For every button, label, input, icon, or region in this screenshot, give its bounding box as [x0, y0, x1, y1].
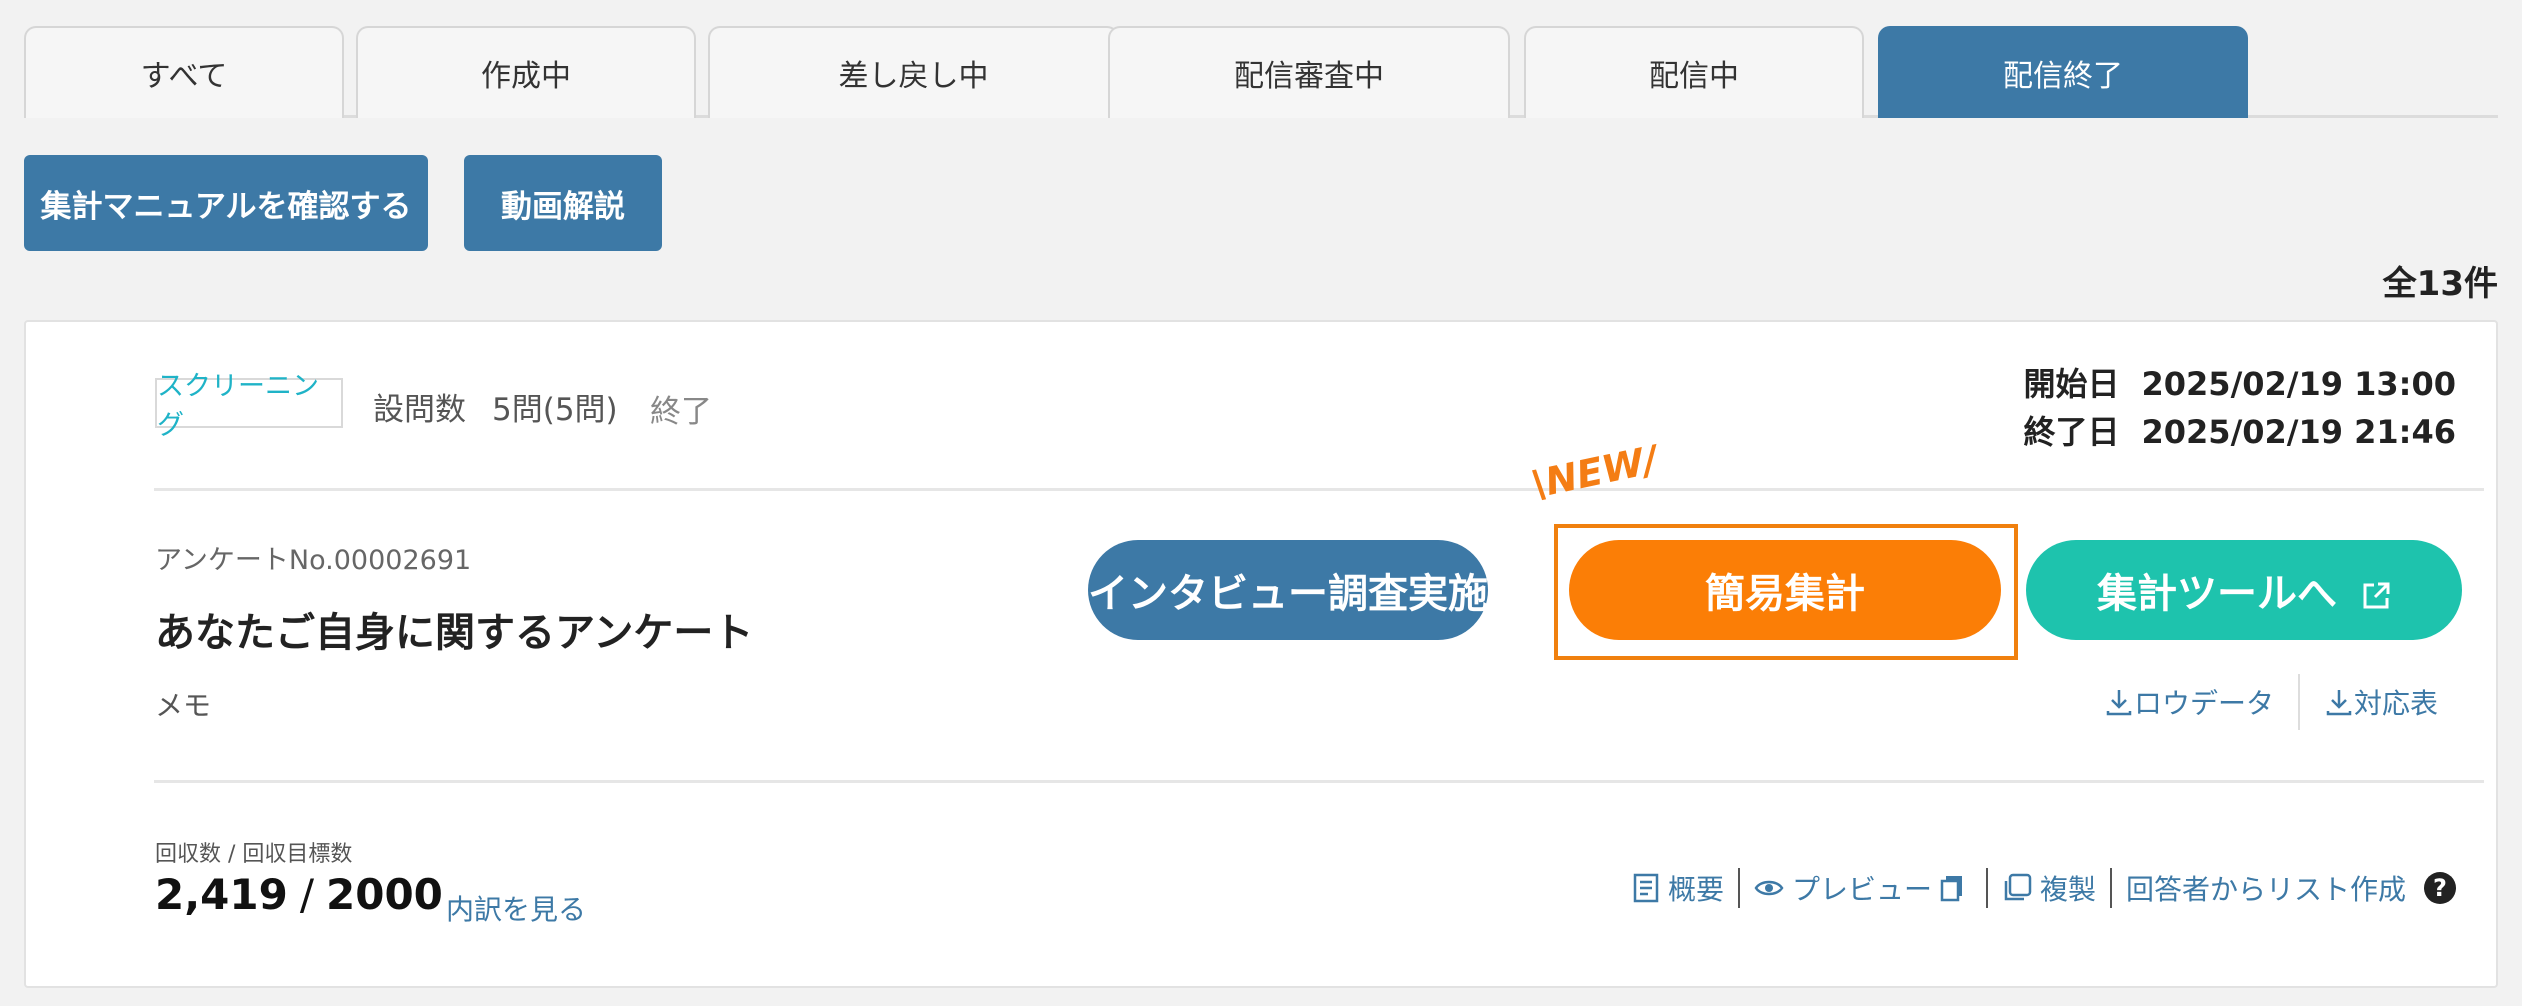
divider	[2297, 674, 2300, 730]
download-icon	[2326, 690, 2352, 716]
question-count: 5問(5問)	[492, 392, 618, 428]
raw-data-download[interactable]: ロウデータ	[2104, 682, 2274, 722]
download-icon	[2106, 690, 2132, 716]
copy-icon	[1940, 876, 1962, 902]
preview-label: プレビュー	[1791, 873, 1932, 906]
total-count: 全13件	[2382, 264, 2498, 304]
overview-link[interactable]: 概要	[1632, 868, 1724, 908]
summary-tool-label: 集計ツールへ	[2097, 571, 2337, 617]
document-icon	[1633, 873, 1659, 903]
survey-status: 終了	[650, 394, 712, 430]
survey-number: アンケートNo.00002691	[155, 545, 472, 576]
divider	[154, 488, 2484, 491]
responses-target: 2000	[326, 870, 443, 919]
survey-type-badge: スクリーニング	[155, 371, 343, 441]
end-date: 2025/02/19 21:46	[2141, 413, 2457, 451]
new-tag: \NEW/	[1527, 437, 1662, 507]
mapping-table-download[interactable]: 対応表	[2324, 682, 2438, 722]
survey-card: スクリーニング 設問数 5問(5問) 終了 開始日 2025/02/19 13:0…	[24, 320, 2498, 988]
responses-label: 回収数 / 回収目標数	[155, 842, 353, 867]
tab-returned[interactable]: 差し戻し中	[708, 26, 1119, 118]
download-links: ロウデータ 対応表	[2104, 674, 2438, 730]
responses-count: 2,419/2000	[155, 870, 443, 919]
question-count-label: 設問数	[373, 392, 466, 428]
tab-under-review[interactable]: 配信審査中	[1108, 26, 1510, 118]
summary-manual-button[interactable]: 集計マニュアルを確認する	[24, 155, 428, 251]
simple-summary-button[interactable]: 簡易集計	[1569, 540, 2001, 640]
survey-actions: 概要 プレビュー 複製 回答者からリスト作成 ?	[1632, 868, 2456, 908]
responses-separator: /	[299, 870, 315, 919]
eye-icon	[1754, 880, 1784, 896]
survey-title: あなたご自身に関するアンケート	[155, 610, 754, 656]
survey-dates: 開始日 2025/02/19 13:00 終了日 2025/02/19 21:46	[2023, 360, 2456, 456]
copy-icon	[2004, 873, 2032, 901]
start-date-label: 開始日	[2023, 365, 2120, 403]
interview-button[interactable]: インタビュー調査実施	[1088, 540, 1488, 640]
help-icon[interactable]: ?	[2424, 872, 2456, 904]
summary-tool-button[interactable]: 集計ツールへ	[2026, 540, 2462, 640]
divider	[154, 780, 2484, 783]
tab-delivering[interactable]: 配信中	[1524, 26, 1864, 118]
divider	[1985, 868, 1988, 908]
duplicate-link[interactable]: 複製	[2002, 868, 2096, 908]
external-link-icon	[2361, 575, 2391, 609]
raw-data-label: ロウデータ	[2133, 687, 2274, 720]
start-date: 2025/02/19 13:00	[2141, 365, 2457, 403]
overview-label: 概要	[1667, 873, 1724, 906]
survey-memo: メモ	[155, 689, 212, 722]
status-tabs: すべて 作成中 差し戻し中 配信審査中 配信中 配信終了	[24, 26, 2498, 118]
divider	[2109, 868, 2112, 908]
video-guide-button[interactable]: 動画解説	[464, 155, 662, 251]
divider	[1737, 868, 1740, 908]
tab-draft[interactable]: 作成中	[356, 26, 696, 118]
responses-collected: 2,419	[155, 870, 288, 919]
preview-link[interactable]: プレビュー	[1754, 868, 1972, 908]
mapping-table-label: 対応表	[2353, 687, 2438, 720]
duplicate-label: 複製	[2039, 873, 2096, 906]
tab-delivery-ended[interactable]: 配信終了	[1878, 26, 2248, 118]
tab-all[interactable]: すべて	[24, 26, 344, 118]
breakdown-link[interactable]: 内訳を見る	[446, 888, 586, 928]
make-list-label: 回答者からリスト作成	[2125, 873, 2406, 906]
end-date-label: 終了日	[2023, 413, 2120, 451]
make-list-link[interactable]: 回答者からリスト作成	[2126, 868, 2406, 908]
